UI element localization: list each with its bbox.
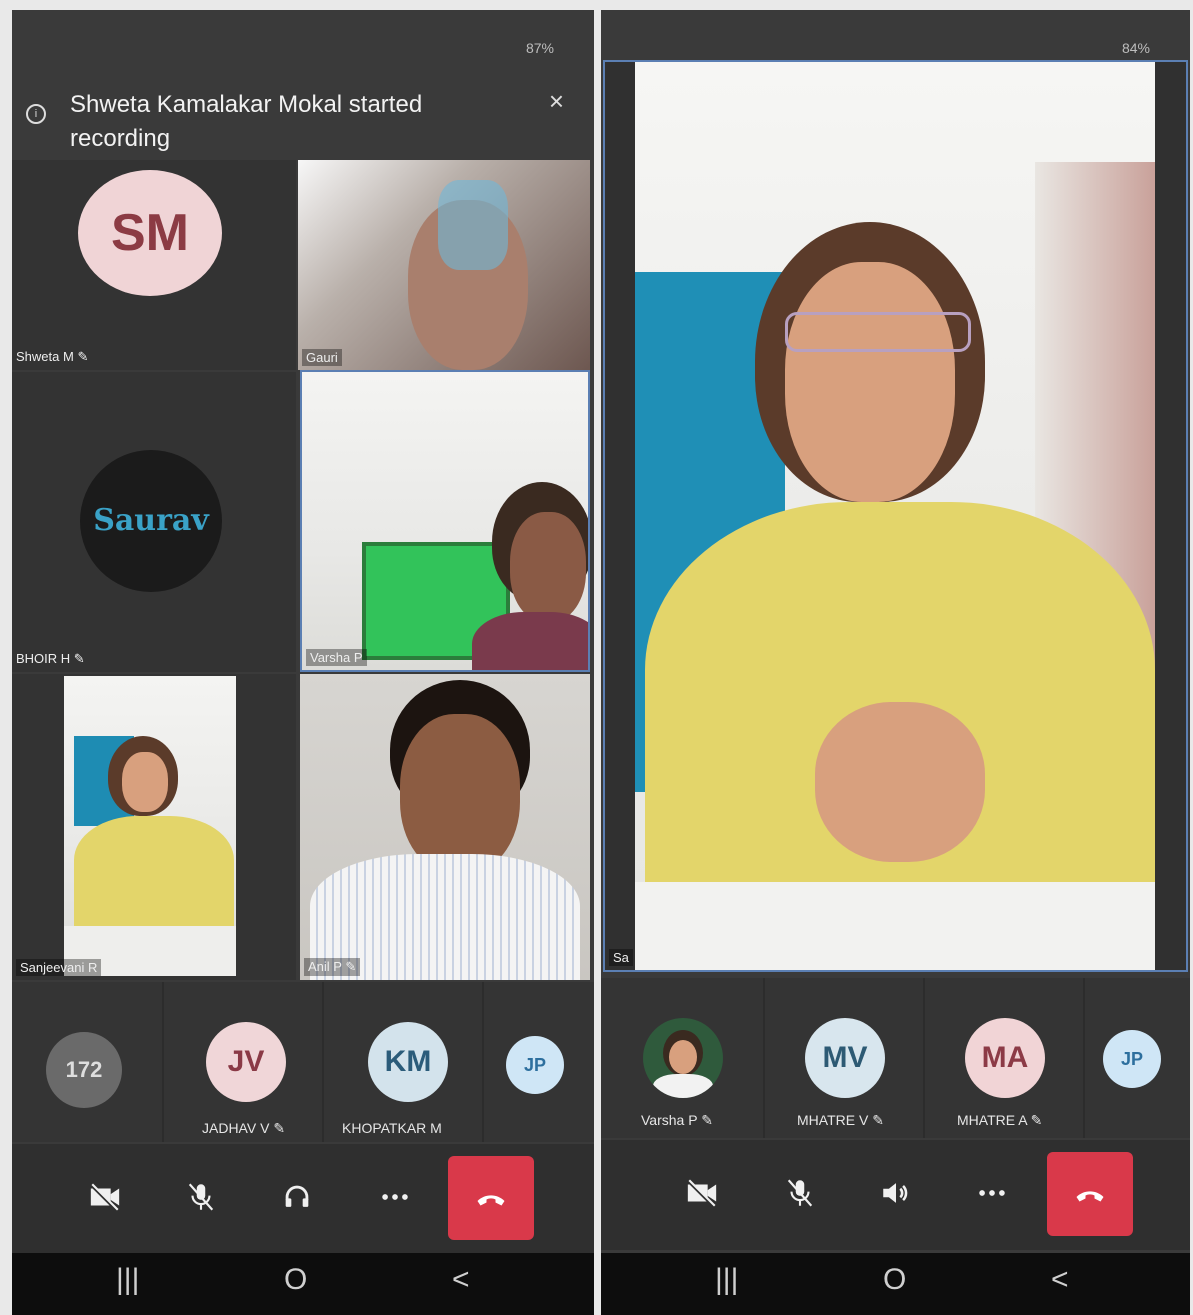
- pin-icon: ✎: [273, 1120, 286, 1136]
- mic-off-icon: [188, 1183, 214, 1211]
- tile-name: Gauri: [302, 349, 342, 366]
- participant-name: JADHAV V ✎: [202, 1120, 286, 1136]
- right-phone-screen: 84% Sa Varsha P ✎ MV MHATRE V ✎ MA MHATR…: [601, 10, 1190, 1315]
- camera-off-icon: [686, 1178, 717, 1208]
- mic-off-icon: [787, 1179, 813, 1207]
- pin-icon: ✎: [872, 1112, 884, 1128]
- close-banner-button[interactable]: ×: [549, 86, 564, 117]
- tile-name: Varsha P: [306, 649, 367, 666]
- video-feed: [302, 372, 588, 670]
- pin-icon: ✎: [701, 1112, 713, 1128]
- video-feed: [298, 160, 590, 370]
- battery-status: 87%: [525, 40, 554, 56]
- back-button[interactable]: <: [1051, 1263, 1069, 1297]
- headset-icon: [285, 1185, 309, 1207]
- camera-off-button[interactable]: [677, 1168, 727, 1218]
- participant-strip: Varsha P ✎ MV MHATRE V ✎ MA MHATRE A ✎ J…: [601, 978, 1190, 1138]
- end-call-button[interactable]: [448, 1156, 534, 1240]
- recent-apps-button[interactable]: |||: [715, 1263, 738, 1297]
- recording-banner: i Shweta Kamalakar Mokal started recordi…: [12, 80, 594, 160]
- avatar-jp[interactable]: JP: [506, 1036, 564, 1094]
- pin-icon: ✎: [345, 959, 357, 974]
- avatar-mhatre-a[interactable]: MA: [965, 1018, 1045, 1098]
- call-controls: [12, 1144, 594, 1254]
- main-speaker-tile[interactable]: Sa: [603, 60, 1188, 972]
- more-participants-count[interactable]: 172: [46, 1032, 122, 1108]
- android-nav-bar: ||| O <: [601, 1253, 1190, 1315]
- avatar-mhatre-v[interactable]: MV: [805, 1018, 885, 1098]
- recent-apps-button[interactable]: |||: [116, 1263, 139, 1297]
- pin-icon: ✎: [77, 349, 89, 364]
- info-icon: i: [26, 104, 46, 124]
- more-icon: [382, 1194, 408, 1200]
- tile-name: Sa: [609, 949, 633, 966]
- home-button[interactable]: O: [284, 1263, 307, 1297]
- recording-message: Shweta Kamalakar Mokal started recording: [70, 91, 423, 152]
- camera-off-icon: [89, 1182, 120, 1212]
- mic-off-button[interactable]: [176, 1172, 226, 1222]
- video-feed: [635, 62, 1155, 970]
- call-controls: [601, 1140, 1190, 1250]
- more-options-button[interactable]: [967, 1168, 1017, 1218]
- tile-name: Shweta M ✎: [16, 349, 89, 364]
- participant-name: Varsha P ✎: [641, 1112, 713, 1128]
- end-call-icon: [1076, 1191, 1104, 1202]
- avatar-jp[interactable]: JP: [1103, 1030, 1161, 1088]
- tile-name: BHOIR H ✎: [16, 651, 85, 666]
- speaker-button[interactable]: [871, 1168, 921, 1218]
- participant-tile-gauri[interactable]: Gauri: [298, 160, 590, 370]
- headset-button[interactable]: [272, 1172, 322, 1222]
- end-call-button[interactable]: [1047, 1152, 1133, 1236]
- avatar: SM: [78, 170, 222, 296]
- tile-name: Sanjeevani R: [16, 959, 102, 976]
- more-icon: [979, 1190, 1005, 1196]
- speaker-icon: [883, 1183, 908, 1203]
- avatar-khopatkar[interactable]: KM: [368, 1022, 448, 1102]
- video-feed: [300, 674, 590, 980]
- avatar-varsha[interactable]: [643, 1018, 723, 1098]
- avatar-jadhav[interactable]: JV: [206, 1022, 286, 1102]
- pin-icon: ✎: [1030, 1112, 1043, 1128]
- pin-icon: ✎: [73, 651, 85, 666]
- camera-off-button[interactable]: [80, 1172, 130, 1222]
- mic-off-button[interactable]: [775, 1168, 825, 1218]
- participant-name: MHATRE A ✎: [957, 1112, 1043, 1128]
- participant-name: MHATRE V ✎: [797, 1112, 884, 1128]
- more-options-button[interactable]: [370, 1172, 420, 1222]
- participant-tile-bhoir[interactable]: Saurav BHOIR H ✎: [12, 372, 296, 672]
- home-button[interactable]: O: [883, 1263, 906, 1297]
- video-feed: [64, 676, 236, 976]
- battery-status: 84%: [1121, 40, 1150, 56]
- avatar-logo: Saurav: [80, 450, 222, 592]
- participant-strip: 172 JV JADHAV V ✎ KM KHOPATKAR M JP: [12, 982, 594, 1142]
- participant-tile-shweta[interactable]: SM Shweta M ✎: [12, 160, 296, 370]
- participant-tile-varsha[interactable]: Varsha P: [300, 370, 590, 672]
- participant-tile-anil[interactable]: Anil P ✎: [300, 674, 590, 980]
- tile-name: Anil P ✎: [304, 958, 361, 976]
- left-phone-screen: 87% i Shweta Kamalakar Mokal started rec…: [12, 10, 594, 1315]
- participant-name: KHOPATKAR M: [342, 1120, 442, 1136]
- participant-tile-sanjeevani[interactable]: Sanjeevani R: [12, 674, 296, 980]
- end-call-icon: [477, 1195, 505, 1206]
- android-nav-bar: ||| O <: [12, 1253, 594, 1315]
- back-button[interactable]: <: [452, 1263, 470, 1297]
